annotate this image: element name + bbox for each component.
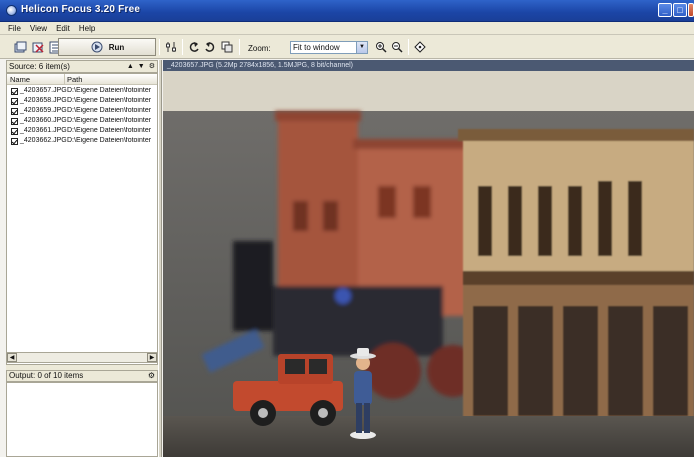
column-path[interactable]: Path [67,75,82,84]
zoom-out-button[interactable] [390,39,404,55]
title-bar: Helicon Focus 3.20 Free _ □ [0,0,694,22]
remove-images-icon [32,42,44,53]
checkbox[interactable] [11,108,18,115]
separator [408,39,409,55]
separator [159,39,160,55]
chevron-down-icon: ▼ [356,42,367,53]
separator [182,39,183,55]
source-count: Source: 6 item(s) [9,62,70,71]
zoom-select[interactable]: Fit to window ▼ [290,41,368,54]
image-info-bar: _4203657.JPG (5.2Mp 2784x1856, 1.5MJPG, … [163,60,694,71]
info-button[interactable] [413,39,427,55]
source-file-list[interactable]: Name Path _4203657.JPG D:\Eigene Dateien… [6,73,158,365]
adjust-icon [166,42,176,52]
menu-bar: File View Edit Help [0,22,694,35]
file-name: _4203661.JPG [20,127,67,134]
zoom-value: Fit to window [293,43,340,52]
left-panel: Source: 6 item(s) ▲ ▼ ⚙ Name Path _42036… [6,60,158,457]
checkbox[interactable] [11,128,18,135]
list-item[interactable]: _4203659.JPG D:\Eigene Dateien\fotointer [7,107,157,117]
file-path: D:\Eigene Dateien\fotointer [67,117,152,124]
list-item[interactable]: _4203660.JPG D:\Eigene Dateien\fotointer [7,117,157,127]
menu-file[interactable]: File [8,24,21,33]
list-header: Name Path [7,74,157,85]
file-name: _4203659.JPG [20,107,67,114]
image-view[interactable]: _4203657.JPG (5.2Mp 2784x1856, 1.5MJPG, … [163,60,694,457]
run-icon [91,41,103,53]
move-down-icon[interactable]: ▼ [138,61,145,72]
horizontal-scrollbar[interactable]: ◀ ▶ [6,352,158,363]
file-name: _4203657.JPG [20,87,67,94]
separator [239,39,240,55]
file-path: D:\Eigene Dateien\fotointer [67,107,152,114]
settings-icon[interactable]: ⚙ [149,61,155,72]
zoom-label: Zoom: [248,44,271,53]
menu-view[interactable]: View [30,24,47,33]
close-button[interactable] [688,3,694,17]
preview-image [163,71,694,457]
copy-button[interactable] [220,39,234,55]
source-header: Source: 6 item(s) ▲ ▼ ⚙ [6,60,158,73]
maximize-button[interactable]: □ [673,3,687,17]
menu-help[interactable]: Help [79,24,95,33]
rotate-right-button[interactable] [203,39,217,55]
remove-images-button[interactable] [30,39,46,55]
checkbox[interactable] [11,88,18,95]
panel-splitter[interactable] [158,60,162,457]
app-icon [6,5,17,16]
checkbox[interactable] [11,98,18,105]
list-item[interactable]: _4203657.JPG D:\Eigene Dateien\fotointer [7,87,157,97]
file-path: D:\Eigene Dateien\fotointer [67,97,152,104]
checkbox[interactable] [11,138,18,145]
zoom-out-icon [392,42,403,53]
list-item[interactable]: _4203658.JPG D:\Eigene Dateien\fotointer [7,97,157,107]
zoom-in-icon [376,42,387,53]
checkbox[interactable] [11,118,18,125]
file-name: _4203658.JPG [20,97,67,104]
run-label: Run [108,42,125,52]
output-count: Output: 0 of 10 items [9,371,84,380]
add-images-button[interactable] [12,39,28,55]
scroll-right-icon[interactable]: ▶ [147,353,157,362]
copy-icon [221,41,233,53]
tag-icon [414,41,426,53]
output-list[interactable] [6,382,158,457]
add-images-icon [14,41,27,53]
file-name: _4203660.JPG [20,117,67,124]
minimize-button[interactable]: _ [658,3,672,17]
output-header: Output: 0 of 10 items ⚙ [6,370,158,382]
toolbar: Run Zoom: Fit to window ▼ [0,35,694,59]
scroll-left-icon[interactable]: ◀ [7,353,17,362]
settings-icon[interactable]: ⚙ [148,371,155,381]
run-button[interactable]: Run [58,38,156,56]
list-item[interactable]: _4203662.JPG D:\Eigene Dateien\fotointer [7,137,157,147]
adjust-button[interactable] [164,39,178,55]
file-path: D:\Eigene Dateien\fotointer [67,137,152,144]
column-name[interactable]: Name [10,75,30,84]
rotate-left-button[interactable] [187,39,201,55]
list-item[interactable]: _4203661.JPG D:\Eigene Dateien\fotointer [7,127,157,137]
rotate-right-icon [205,42,215,52]
rotate-left-icon [189,42,199,52]
zoom-in-button[interactable] [374,39,388,55]
menu-edit[interactable]: Edit [56,24,70,33]
file-name: _4203662.JPG [20,137,67,144]
window-title: Helicon Focus 3.20 Free [21,4,141,15]
move-up-icon[interactable]: ▲ [127,61,134,72]
file-path: D:\Eigene Dateien\fotointer [67,127,152,134]
file-path: D:\Eigene Dateien\fotointer [67,87,152,94]
